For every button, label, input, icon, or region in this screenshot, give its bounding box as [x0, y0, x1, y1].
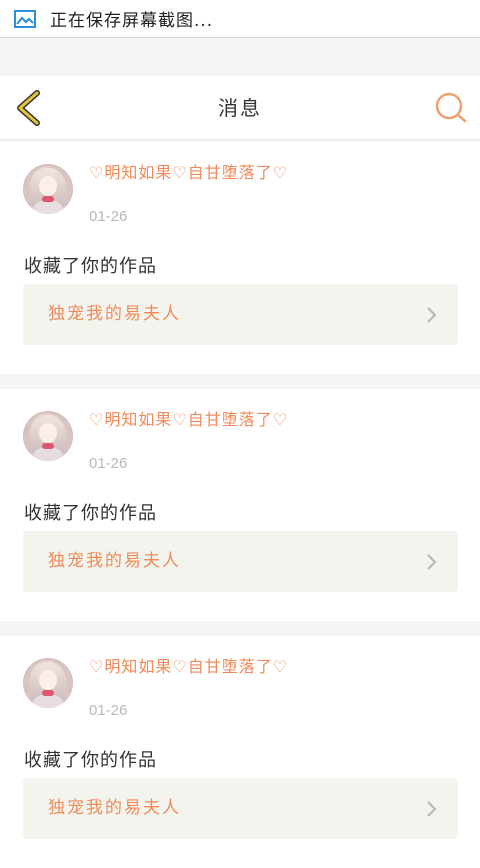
avatar[interactable]	[23, 658, 73, 708]
work-link[interactable]: 独宠我的易夫人	[23, 778, 458, 839]
message-card: ♡明知如果♡自甘堕落了♡ 01-26 收藏了你的作品 独宠我的易夫人	[0, 389, 480, 621]
work-link[interactable]: 独宠我的易夫人	[23, 531, 458, 592]
work-title: 独宠我的易夫人	[48, 304, 181, 324]
username-link[interactable]: ♡明知如果♡自甘堕落了♡	[89, 162, 319, 184]
page-title: 消息	[218, 96, 262, 120]
search-icon	[435, 92, 467, 123]
avatar[interactable]	[23, 164, 73, 214]
message-action-text: 收藏了你的作品	[24, 750, 157, 771]
chevron-right-icon	[427, 801, 437, 817]
message-card: ♡明知如果♡自甘堕落了♡ 01-26 收藏了你的作品 独宠我的易夫人	[0, 142, 480, 374]
avatar[interactable]	[23, 411, 73, 461]
message-date: 01-26	[89, 455, 128, 472]
screenshot-gallery-icon	[14, 9, 36, 28]
message-action-text: 收藏了你的作品	[24, 503, 157, 524]
username-link[interactable]: ♡明知如果♡自甘堕落了♡	[89, 656, 319, 678]
status-bar: 正在保存屏幕截图...	[0, 0, 480, 38]
work-title: 独宠我的易夫人	[48, 798, 181, 818]
chevron-right-icon	[427, 307, 437, 323]
status-text: 正在保存屏幕截图...	[50, 11, 214, 31]
chevron-right-icon	[427, 554, 437, 570]
message-card: ♡明知如果♡自甘堕落了♡ 01-26 收藏了你的作品 独宠我的易夫人	[0, 636, 480, 868]
message-action-text: 收藏了你的作品	[24, 256, 157, 277]
search-button[interactable]	[434, 91, 468, 125]
header-bar: 消息	[0, 76, 480, 140]
username-link[interactable]: ♡明知如果♡自甘堕落了♡	[89, 409, 319, 431]
message-date: 01-26	[89, 702, 128, 719]
message-date: 01-26	[89, 208, 128, 225]
work-title: 独宠我的易夫人	[48, 551, 181, 571]
work-link[interactable]: 独宠我的易夫人	[23, 284, 458, 345]
